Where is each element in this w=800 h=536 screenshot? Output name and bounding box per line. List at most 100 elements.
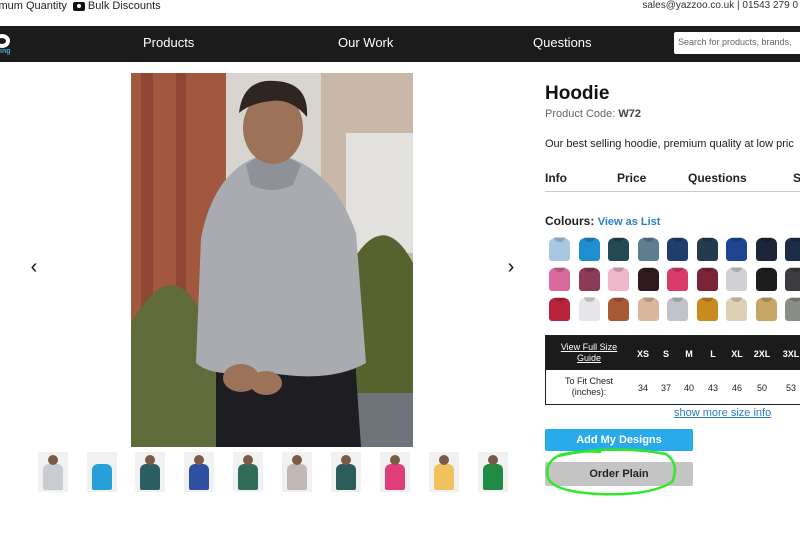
chest-value: 50 xyxy=(756,383,767,393)
nav-our-work[interactable]: Our Work xyxy=(338,35,393,50)
colour-swatch[interactable] xyxy=(755,267,777,291)
colour-swatch[interactable] xyxy=(667,297,688,321)
colour-swatch[interactable] xyxy=(785,267,800,291)
tab-sizes[interactable]: S xyxy=(793,171,800,185)
full-size-guide-link[interactable]: View Full Size Guide xyxy=(556,342,622,364)
size-table: View Full Size Guide XS S M L XL 2XL 3XL… xyxy=(545,335,800,405)
size-header: 2XL xyxy=(753,349,771,359)
site-logo[interactable]: ing xyxy=(0,34,14,56)
colour-swatch[interactable] xyxy=(785,237,800,261)
size-header: L xyxy=(710,349,716,359)
chest-value: 46 xyxy=(731,383,742,393)
chest-value: 34 xyxy=(637,383,648,393)
thumb-head xyxy=(341,455,351,465)
thumbnail-strip xyxy=(38,452,518,492)
colour-swatch[interactable] xyxy=(608,237,629,261)
main-nav: ing Products Our Work Questions Search f… xyxy=(0,26,800,62)
colour-swatch[interactable] xyxy=(549,237,570,261)
colour-swatch-grid xyxy=(549,237,800,324)
thumb-garment xyxy=(238,464,258,490)
thumb-head xyxy=(48,455,58,465)
colour-swatch[interactable] xyxy=(578,237,600,261)
thumbnail[interactable] xyxy=(87,452,117,492)
colour-swatch[interactable] xyxy=(755,297,777,321)
thumb-garment xyxy=(385,464,405,490)
colour-swatch[interactable] xyxy=(578,267,600,291)
thumb-head xyxy=(390,455,400,465)
colour-swatch[interactable] xyxy=(785,297,800,321)
thumbnail[interactable] xyxy=(429,452,459,492)
thumb-garment xyxy=(189,464,209,490)
size-header: S xyxy=(662,349,669,359)
thumb-head xyxy=(243,455,253,465)
chest-value: 37 xyxy=(660,383,671,393)
thumbnail[interactable] xyxy=(233,452,263,492)
top-promo-links: imum Quantity Bulk Discounts xyxy=(0,0,161,12)
tab-info[interactable]: Info xyxy=(545,171,567,185)
thumb-head xyxy=(145,455,155,465)
colour-swatch[interactable] xyxy=(608,267,629,291)
logo-mark-icon xyxy=(0,34,10,48)
contact-info[interactable]: sales@yazzoo.co.uk | 01543 279 0 xyxy=(642,0,798,11)
show-more-size-info-link[interactable]: show more size info xyxy=(674,407,771,419)
colour-swatch[interactable] xyxy=(549,297,570,321)
nav-products[interactable]: Products xyxy=(143,35,194,50)
colour-swatch[interactable] xyxy=(696,237,718,261)
colours-label: Colours: xyxy=(545,214,595,228)
colour-swatch[interactable] xyxy=(637,237,659,261)
colour-swatch[interactable] xyxy=(637,267,659,291)
view-as-list-link[interactable]: View as List xyxy=(598,216,661,228)
colour-swatch[interactable] xyxy=(667,237,688,261)
product-main-image[interactable] xyxy=(131,73,413,447)
colour-swatch[interactable] xyxy=(755,237,777,261)
thumbnail[interactable] xyxy=(38,452,68,492)
product-title: Hoodie xyxy=(545,83,610,104)
thumb-garment xyxy=(434,464,454,490)
add-my-designs-button[interactable]: Add My Designs xyxy=(545,429,693,451)
colour-swatch[interactable] xyxy=(726,297,747,321)
colour-swatch[interactable] xyxy=(667,267,688,291)
chest-row-label: To Fit Chest (inches): xyxy=(564,376,613,397)
thumb-garment xyxy=(483,464,503,490)
gallery-next-button[interactable]: › xyxy=(504,256,518,279)
gallery-prev-button[interactable]: ‹ xyxy=(27,256,41,279)
thumb-head xyxy=(439,455,449,465)
colour-swatch[interactable] xyxy=(637,297,659,321)
colour-swatch[interactable] xyxy=(696,297,718,321)
thumb-head xyxy=(194,455,204,465)
min-quantity-link[interactable]: imum Quantity xyxy=(0,0,67,12)
product-tabs: Info Price Questions S xyxy=(545,170,800,192)
colour-swatch[interactable] xyxy=(549,267,570,291)
chest-value: 40 xyxy=(683,383,694,393)
thumbnail[interactable] xyxy=(331,452,361,492)
thumbnail[interactable] xyxy=(478,452,508,492)
thumbnail[interactable] xyxy=(282,452,312,492)
colour-swatch[interactable] xyxy=(578,297,600,321)
nav-questions[interactable]: Questions xyxy=(533,35,592,50)
thumb-garment xyxy=(336,464,356,490)
bulk-discounts-link[interactable]: Bulk Discounts xyxy=(88,0,161,12)
colour-swatch[interactable] xyxy=(696,267,718,291)
size-header: M xyxy=(685,349,693,359)
size-header: XS xyxy=(636,349,649,359)
colour-swatch[interactable] xyxy=(608,297,629,321)
thumbnail[interactable] xyxy=(380,452,410,492)
colour-swatch[interactable] xyxy=(726,267,747,291)
tab-price[interactable]: Price xyxy=(617,171,646,185)
thumb-head xyxy=(292,455,302,465)
chest-value: 43 xyxy=(707,383,718,393)
size-header: XL xyxy=(731,349,743,359)
search-input[interactable]: Search for products, brands, xyxy=(674,32,800,54)
colour-swatch[interactable] xyxy=(726,237,747,261)
thumb-garment xyxy=(92,464,112,490)
order-plain-button[interactable]: Order Plain xyxy=(545,462,693,486)
product-code-value: W72 xyxy=(618,108,642,120)
thumbnail[interactable] xyxy=(135,452,165,492)
product-code-label: Product Code: xyxy=(545,108,616,120)
ticket-icon xyxy=(72,1,85,11)
thumbnail[interactable] xyxy=(184,452,214,492)
tab-questions[interactable]: Questions xyxy=(688,171,747,185)
colours-heading: Colours: View as List xyxy=(545,214,660,228)
thumb-garment xyxy=(43,464,63,490)
top-info-bar: imum Quantity Bulk Discounts sales@yazzo… xyxy=(0,0,800,22)
